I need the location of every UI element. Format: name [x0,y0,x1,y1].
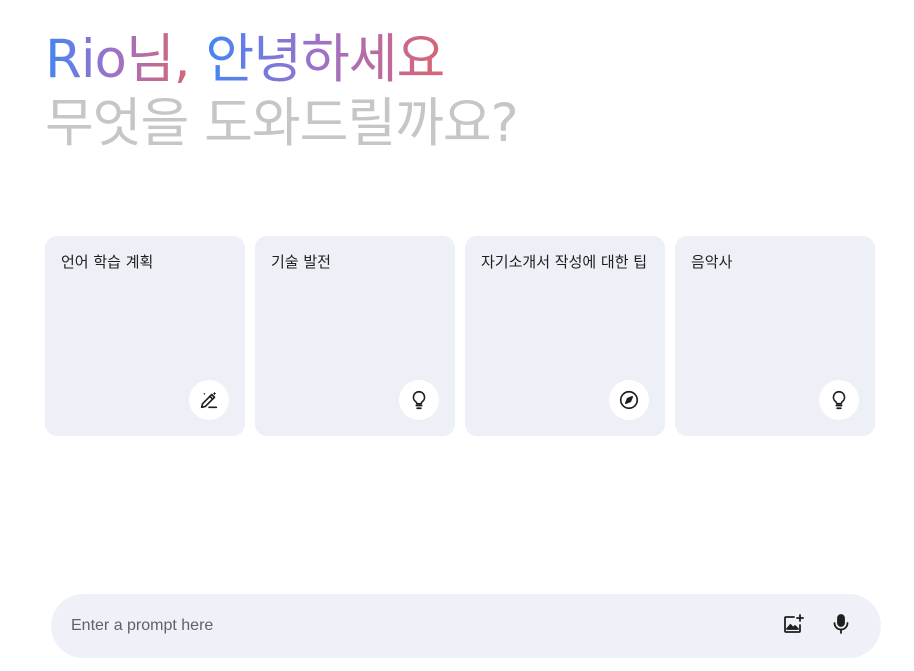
lightbulb-icon [399,380,439,420]
suggestion-card-label: 음악사 [691,253,733,271]
suggestion-card-cover-letter-tips[interactable]: 자기소개서 작성에 대한 팁 [465,236,665,436]
greeting-hello-text: 안녕하세요 [205,29,445,90]
suggestion-card-music-history[interactable]: 음악사 [675,236,875,436]
lightbulb-icon [819,380,859,420]
suggestion-card-label: 자기소개서 작성에 대한 팁 [481,253,648,271]
compass-icon [609,380,649,420]
greeting-title: Rio님, 안녕하세요 [45,28,518,92]
prompt-bar [51,594,881,658]
suggestion-card-tech-progress[interactable]: 기술 발전 [255,236,455,436]
suggestion-card-label: 언어 학습 계획 [61,253,154,271]
add-image-icon [781,612,805,640]
pencil-sparkle-icon [189,380,229,420]
greeting: Rio님, 안녕하세요 무엇을 도와드릴까요? [45,28,519,156]
suggestion-card-label: 기술 발전 [271,253,331,271]
page: Rio님, 안녕하세요 무엇을 도와드릴까요? 언어 학습 계획 기술 발전 자… [0,0,914,671]
prompt-input[interactable] [71,617,765,635]
suggestion-card-language-plan[interactable]: 언어 학습 계획 [45,236,245,436]
greeting-name: Rio님, [45,29,191,90]
microphone-icon [829,612,853,640]
greeting-subtitle: 무엇을 도와드릴까요? [45,93,519,154]
suggestion-cards: 언어 학습 계획 기술 발전 자기소개서 작성에 대한 팁 음악사 [45,236,875,436]
microphone-button[interactable] [821,606,861,646]
add-image-button[interactable] [773,606,813,646]
greeting-hello [190,29,206,90]
